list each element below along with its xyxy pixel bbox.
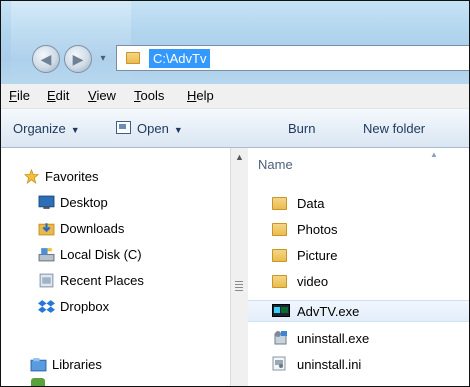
back-button[interactable]: ◀ — [32, 45, 60, 73]
menu-file[interactable]: File — [9, 88, 30, 103]
nav-local-disk[interactable]: Local Disk (C) — [38, 246, 142, 264]
file-list: Name ▲ Data Photos Picture video AdvTV.e… — [248, 148, 469, 386]
folder-icon — [126, 52, 140, 64]
nav-favorites[interactable]: Favorites — [23, 168, 98, 186]
recent-places-icon — [39, 273, 54, 288]
chevron-down-icon: ▼ — [70, 125, 80, 135]
nav-libraries[interactable]: Libraries — [30, 356, 102, 374]
nav-recent-places[interactable]: Recent Places — [39, 272, 144, 290]
menu-edit[interactable]: Edit — [47, 88, 69, 103]
menu-view[interactable]: View — [88, 88, 116, 103]
list-item[interactable]: Data — [248, 193, 469, 215]
forward-button[interactable]: ▶ — [64, 45, 92, 73]
address-text[interactable]: C:\AdvTv — [149, 49, 211, 68]
open-button[interactable]: Open ▼ — [116, 121, 183, 136]
homegroup-icon — [31, 378, 45, 386]
menu-bar: File Edit View Tools Help — [1, 84, 469, 109]
scrollbar-grip[interactable] — [235, 281, 243, 291]
menu-help[interactable]: Help — [187, 88, 214, 103]
menu-tools[interactable]: Tools — [134, 88, 164, 103]
navigation-scrollbar[interactable]: ▲ — [230, 148, 248, 386]
open-icon — [116, 121, 131, 134]
list-item[interactable]: video — [248, 271, 469, 293]
organize-button[interactable]: Organize ▼ — [13, 121, 80, 136]
sort-arrow-icon: ▲ — [430, 150, 438, 159]
explorer-window: ◀ ▶ ▾ C:\AdvTv File Edit View Tools Help… — [0, 0, 470, 387]
address-bar[interactable]: C:\AdvTv — [116, 45, 469, 71]
folder-icon — [272, 197, 287, 210]
navigation-pane: Favorites Desktop Downloads Local Disk (… — [1, 148, 230, 386]
title-bar: ◀ ▶ ▾ C:\AdvTv — [1, 1, 469, 84]
installer-icon — [274, 331, 287, 345]
nav-dropbox[interactable]: Dropbox — [38, 298, 109, 316]
folder-icon — [272, 223, 287, 236]
list-item[interactable]: Picture — [248, 245, 469, 267]
column-header-name[interactable]: Name — [258, 157, 293, 172]
burn-button[interactable]: Burn — [288, 121, 315, 136]
list-item-selected[interactable]: AdvTV.exe — [248, 300, 469, 322]
recent-pages-dropdown[interactable]: ▾ — [97, 53, 109, 65]
back-arrow-icon: ◀ — [40, 50, 52, 67]
folder-icon — [272, 249, 287, 262]
desktop-icon — [38, 195, 55, 209]
list-item[interactable]: Photos — [248, 219, 469, 241]
list-item[interactable]: uninstall.ini — [248, 354, 469, 376]
exe-icon — [272, 304, 290, 317]
forward-arrow-icon: ▶ — [72, 50, 84, 67]
nav-downloads[interactable]: Downloads — [38, 220, 124, 238]
command-bar: Organize ▼ Open ▼ Burn New folder — [1, 109, 469, 148]
folder-icon — [272, 275, 287, 288]
downloads-icon — [38, 223, 55, 236]
scroll-up-arrow-icon[interactable]: ▲ — [235, 152, 244, 162]
star-icon — [23, 169, 40, 184]
list-item[interactable]: uninstall.exe — [248, 328, 469, 350]
nav-desktop[interactable]: Desktop — [38, 194, 108, 212]
drive-icon — [38, 248, 55, 262]
libraries-icon — [30, 358, 47, 372]
ini-file-icon — [272, 356, 286, 371]
chevron-down-icon: ▼ — [173, 125, 183, 135]
new-folder-button[interactable]: New folder — [363, 121, 425, 136]
dropbox-icon — [38, 300, 55, 313]
